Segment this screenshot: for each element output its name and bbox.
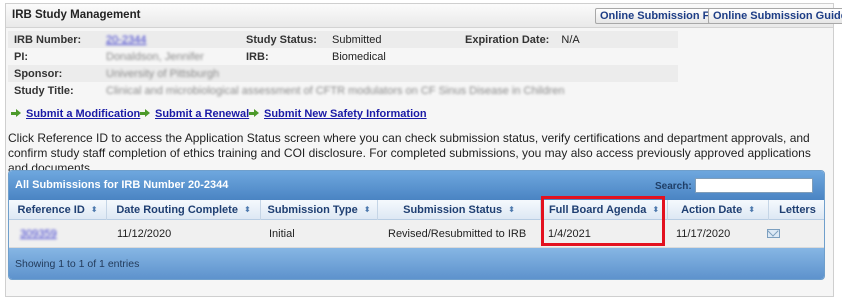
grid-caption: All Submissions for IRB Number 20-2344 bbox=[15, 179, 229, 191]
pi-value: Donaldson, Jennifer bbox=[106, 50, 204, 63]
study-title-label: Study Title: bbox=[8, 82, 100, 99]
arrow-right-icon bbox=[249, 109, 259, 118]
column-full-board-agenda[interactable]: Full Board Agenda ⬍ bbox=[541, 200, 668, 220]
expiration-date-label: Expiration Date: bbox=[459, 31, 556, 48]
submission-type-cell: Initial bbox=[269, 228, 295, 240]
submit-renewal-link[interactable]: Submit a Renewal bbox=[140, 108, 249, 120]
study-status-label: Study Status: bbox=[240, 31, 326, 48]
grid-footer: Showing 1 to 1 of 1 entries bbox=[9, 248, 824, 279]
irb-number-link[interactable]: 20-2344 bbox=[106, 34, 146, 46]
action-date-cell: 11/17/2020 bbox=[676, 228, 731, 240]
column-submission-type[interactable]: Submission Type ⬍ bbox=[261, 200, 378, 220]
submission-status-cell: Revised/Resubmitted to IRB bbox=[388, 228, 527, 240]
submit-modification-link[interactable]: Submit a Modification bbox=[11, 108, 140, 120]
sort-icon: ⬍ bbox=[748, 205, 755, 214]
date-routing-complete-cell: 11/12/2020 bbox=[117, 228, 172, 240]
sort-icon: ⬍ bbox=[90, 205, 98, 214]
online-submission-guide-button[interactable]: Online Submission Guide bbox=[708, 8, 842, 24]
sort-icon: ⬍ bbox=[243, 205, 251, 214]
sort-icon: ⬍ bbox=[652, 205, 660, 214]
table-row: 309359 11/12/2020 Initial Revised/Resubm… bbox=[9, 220, 824, 248]
column-date-routing-complete[interactable]: Date Routing Complete ⬍ bbox=[107, 200, 261, 220]
study-info-table: IRB Number: 20-2344 Study Status: Submit… bbox=[8, 31, 678, 99]
sort-icon: ⬍ bbox=[508, 205, 515, 214]
submissions-grid: All Submissions for IRB Number 20-2344 S… bbox=[8, 170, 825, 280]
entries-info: Showing 1 to 1 of 1 entries bbox=[15, 258, 140, 270]
sponsor-label: Sponsor: bbox=[8, 65, 100, 82]
study-status-value: Submitted bbox=[326, 31, 459, 48]
irb-label: IRB: bbox=[240, 48, 326, 65]
column-reference-id[interactable]: Reference ID ⬍ bbox=[9, 200, 107, 220]
grid-column-headers: Reference ID ⬍ Date Routing Complete ⬍ Sub… bbox=[9, 200, 824, 220]
irb-number-label: IRB Number: bbox=[8, 31, 100, 48]
column-submission-status[interactable]: Submission Status ⬍ bbox=[378, 200, 541, 220]
search-input[interactable] bbox=[695, 178, 813, 193]
pi-label: PI: bbox=[8, 48, 100, 65]
irb-value: Biomedical bbox=[326, 48, 459, 65]
search-label: Search: bbox=[655, 181, 692, 192]
letter-envelope-icon[interactable] bbox=[767, 229, 780, 238]
column-letters: Letters bbox=[779, 204, 816, 216]
full-board-agenda-cell: 1/4/2021 bbox=[548, 228, 591, 240]
reference-id-link[interactable]: 309359 bbox=[20, 228, 57, 240]
arrow-right-icon bbox=[11, 109, 21, 118]
panel-title: IRB Study Management bbox=[12, 9, 141, 21]
expiration-date-value: N/A bbox=[555, 31, 678, 48]
column-action-date[interactable]: Action Date ⬍ bbox=[668, 200, 769, 220]
submit-safety-information-link[interactable]: Submit New Safety Information bbox=[249, 108, 427, 120]
grid-toolbar: All Submissions for IRB Number 20-2344 S… bbox=[9, 171, 824, 200]
sponsor-value: University of Pittsburgh bbox=[106, 67, 220, 80]
sort-icon: ⬍ bbox=[363, 205, 371, 214]
arrow-right-icon bbox=[140, 109, 150, 118]
study-title-value: Clinical and microbiological assessment … bbox=[106, 84, 565, 97]
panel-header: IRB Study Management Online Submission F… bbox=[6, 4, 842, 28]
